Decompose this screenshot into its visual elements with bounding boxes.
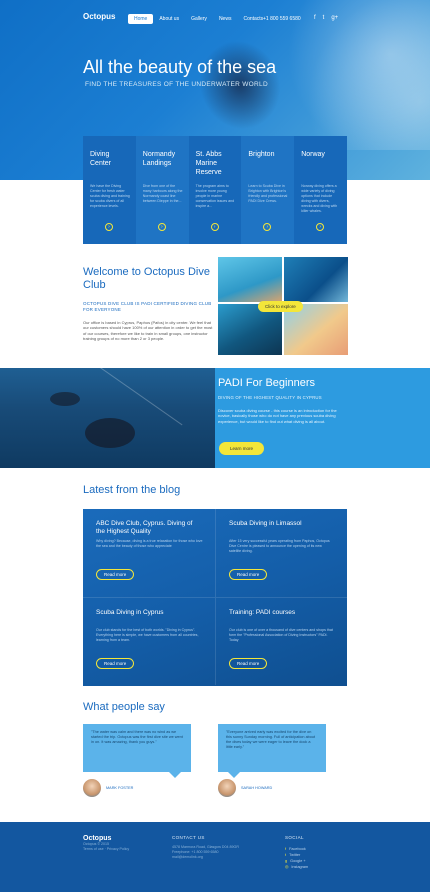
blog-post: Scuba Diving in Limassol After 15 very s… [215, 509, 347, 597]
diver-group-silhouette [85, 418, 135, 448]
footer-social-list: f Facebook t Twitter g Google + ◎ Instagram [285, 846, 308, 870]
arrow-right-icon[interactable]: › [263, 223, 272, 231]
arrow-right-icon[interactable]: › [316, 223, 325, 231]
guide-rope [100, 368, 183, 426]
blog-heading: Latest from the blog [83, 484, 181, 496]
card-brighton[interactable]: Brighton Learn to Scuba Dive in Brighton… [241, 136, 295, 244]
learn-more-button[interactable]: Learn more [219, 442, 265, 455]
post-title[interactable]: Scuba Diving in Limassol [229, 520, 335, 536]
instagram-icon: ◎ [285, 865, 289, 869]
twitter-icon[interactable]: t [323, 15, 325, 21]
card-desc: Norway diving offers a wide variety of d… [301, 184, 338, 213]
hero-title: All the beauty of the sea [83, 57, 277, 77]
blog-post: Scuba Diving in Cyprus Our club stands f… [83, 597, 215, 685]
footer-brand: Octopus Octopus © 2015 Terms of use · Pr… [83, 835, 129, 852]
arrow-right-icon[interactable]: › [105, 223, 113, 231]
header-phone: +1 800 559 6580 [263, 16, 301, 22]
testimonial-bubble: "Everyone arrived early was excited for … [218, 724, 326, 778]
google-plus-icon[interactable]: g+ [331, 15, 338, 21]
card-desc: Dive from one of the many harbours along… [142, 184, 183, 203]
avatar [218, 779, 236, 797]
blog-post: Training: PADI courses Our club is one o… [215, 597, 347, 685]
welcome-body: Our office is based in Cyprus, Paphos (P… [83, 320, 213, 342]
card-norway[interactable]: Norway Norway diving offers a wide varie… [294, 136, 347, 244]
footer-social: SOCIAL f Facebook t Twitter g Google + ◎ Ins… [285, 835, 308, 870]
main-nav: Home About us Gallery News Contacts [128, 14, 269, 24]
padi-section: PADI For Beginners DIVING OF THE HIGHEST… [215, 368, 430, 468]
welcome-subtitle: OCTOPUS DIVE CLUB IS PADI CERTIFIED DIVI… [83, 301, 212, 312]
card-title: Normandy Landings [142, 151, 176, 167]
footer-contact-heading: CONTACT US [172, 835, 205, 840]
welcome-title: Welcome to Octopus Dive Club [83, 266, 210, 291]
read-more-button[interactable]: Read more [96, 658, 135, 669]
padi-title: PADI For Beginners [218, 377, 316, 389]
footer-legal-links[interactable]: Terms of use · Privacy Policy [83, 847, 129, 852]
nav-about[interactable]: About us [153, 14, 185, 24]
read-more-button[interactable]: Read more [229, 569, 268, 580]
testimonial-text: "Everyone arrived early was excited for … [226, 730, 316, 749]
footer-social-heading: SOCIAL [285, 835, 304, 840]
testimonial-bubble: "The water was calm and there was no win… [83, 724, 191, 778]
nav-news[interactable]: News [213, 14, 238, 24]
read-more-button[interactable]: Read more [96, 569, 135, 580]
blog-post: ABC Dive Club, Cyprus. Diving of the Hig… [83, 509, 215, 597]
site-logo[interactable]: Octopus [83, 12, 115, 21]
top-navigation: Octopus Home About us Gallery News Conta… [0, 12, 430, 28]
footer-contact: CONTACT US 4578 Marmora Road, Glasgow D0… [172, 835, 239, 860]
card-title: Diving Center [90, 151, 112, 167]
hero-subtitle: FIND THE TREASURES OF THE UNDERWATER WOR… [85, 81, 268, 88]
card-diving-center[interactable]: Diving Center We have the Diving Center … [83, 136, 136, 244]
padi-subtitle: DIVING OF THE HIGHEST QUALITY IN CYPRUS [218, 395, 322, 400]
footer-social-instagram[interactable]: ◎ Instagram [285, 864, 308, 870]
card-title: St. Abbs Marine Reserve [195, 151, 222, 176]
testimonial-author: MARK FOSTER [83, 779, 133, 797]
facebook-icon[interactable]: f [314, 15, 316, 21]
explore-button[interactable]: Click to explore [258, 301, 303, 312]
avatar [83, 779, 101, 797]
welcome-section: Welcome to Octopus Dive Club OCTOPUS DIV… [83, 266, 213, 342]
author-name: MARK FOSTER [106, 786, 134, 790]
blog-grid: ABC Dive Club, Cyprus. Diving of the Hig… [83, 509, 347, 686]
post-desc: After 15 very successful years operating… [229, 539, 330, 553]
card-st-abbs[interactable]: St. Abbs Marine Reserve The program aims… [188, 136, 242, 244]
photo-diver-underwater [284, 257, 348, 302]
arrow-right-icon[interactable]: › [210, 223, 219, 231]
post-title[interactable]: Scuba Diving in Cyprus [96, 609, 203, 625]
footer-email[interactable]: mail@demolink.org [172, 855, 239, 860]
card-title: Brighton [248, 151, 275, 158]
padi-body: Discover scuba diving course - this cour… [218, 408, 337, 424]
testimonial-author: SARAH HOWARD [218, 779, 272, 797]
nav-home[interactable]: Home [128, 14, 154, 24]
post-desc: Our club is one of over a thousand of di… [229, 628, 333, 642]
card-desc: Learn to Scuba Dive in Brighton with Bri… [248, 184, 288, 203]
footer-logo[interactable]: Octopus [83, 835, 129, 842]
site-footer: Octopus Octopus © 2015 Terms of use · Pr… [0, 822, 430, 892]
testimonial-text: "The water was calm and there was no win… [91, 730, 183, 744]
card-normandy[interactable]: Normandy Landings Dive from one of the m… [135, 136, 189, 244]
card-desc: We have the Diving Center for fresh wate… [90, 184, 130, 208]
post-title[interactable]: Training: PADI courses [229, 609, 335, 625]
arrow-right-icon[interactable]: › [157, 223, 166, 231]
photo-snorkeler [218, 257, 282, 302]
nav-gallery[interactable]: Gallery [185, 14, 213, 24]
welcome-photo-grid: Click to explore [218, 257, 348, 355]
read-more-button[interactable]: Read more [229, 658, 268, 669]
card-desc: The program aims to involve more young p… [195, 184, 235, 208]
post-desc: Our club stands for the best of both wor… [96, 628, 199, 642]
author-name: SARAH HOWARD [241, 786, 273, 790]
card-title: Norway [301, 151, 325, 158]
diver-silhouette [50, 392, 80, 406]
header-social: f t g+ [314, 15, 338, 21]
testimonials-heading: What people say [83, 701, 165, 713]
service-cards: Diving Center We have the Diving Center … [83, 136, 347, 244]
post-title[interactable]: ABC Dive Club, Cyprus. Diving of the Hig… [96, 520, 203, 536]
padi-divers-image [0, 368, 215, 468]
post-desc: Why diving? Because, diving is a true re… [96, 539, 203, 548]
